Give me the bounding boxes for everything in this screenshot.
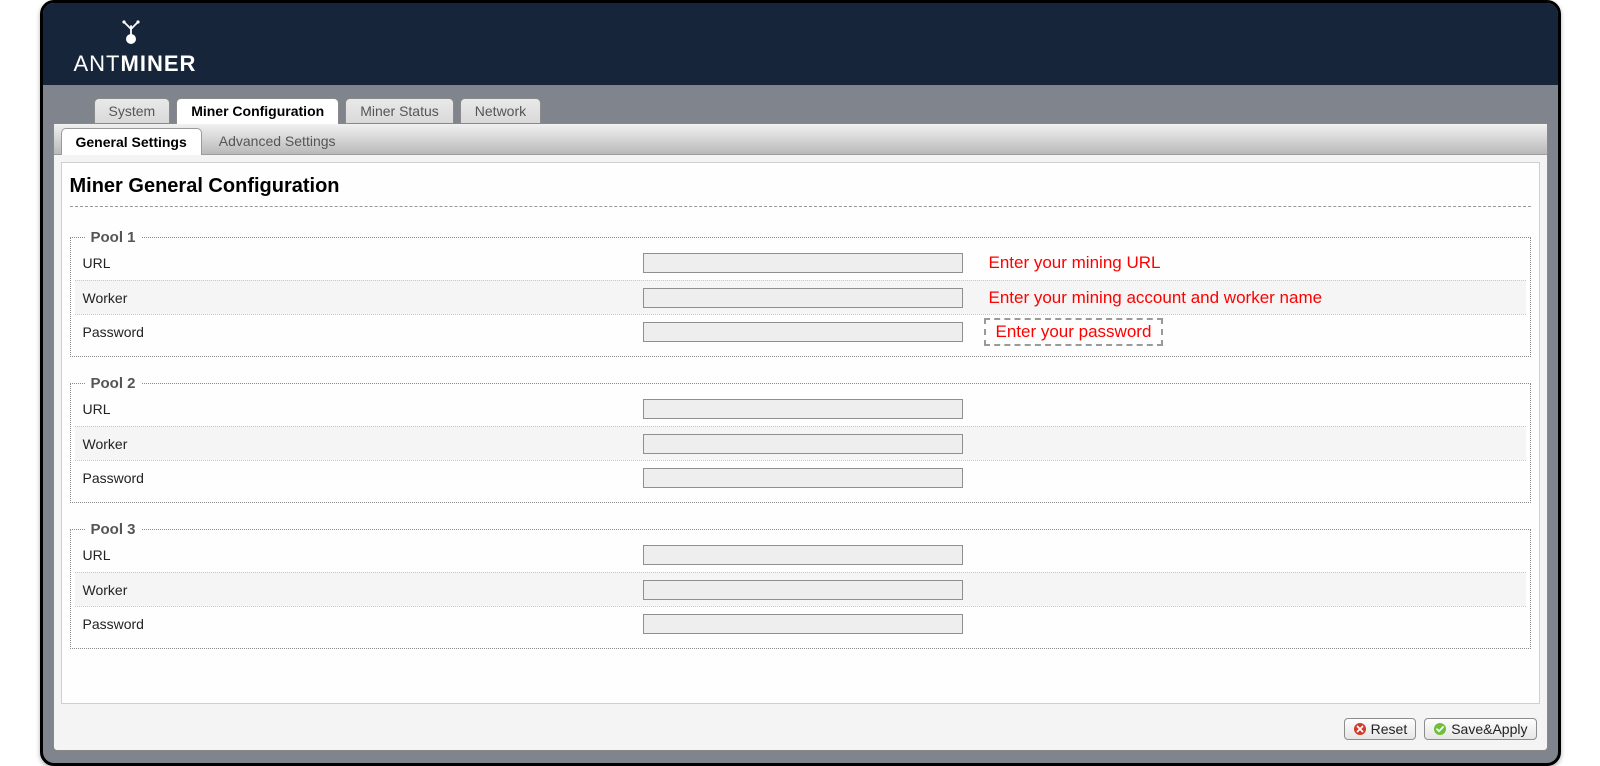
footer-buttons: Reset Save&Apply xyxy=(54,714,1547,750)
pool-1-fieldset: Pool 1 URL Enter your mining URL Worker Ente… xyxy=(70,229,1531,357)
pool-1-password-hint-text: Enter your password xyxy=(984,318,1164,346)
header: ANTMINER xyxy=(43,3,1558,85)
cancel-icon xyxy=(1353,722,1367,736)
ant-icon xyxy=(120,20,142,49)
pool-1-password-input[interactable] xyxy=(643,322,963,342)
pool-2-url-label: URL xyxy=(83,401,643,417)
pool-2-legend: Pool 2 xyxy=(85,375,142,392)
pool-3-fieldset: Pool 3 URL Worker Password xyxy=(70,521,1531,649)
pool-1-worker-input[interactable] xyxy=(643,288,963,308)
sub-tabs: General Settings Advanced Settings xyxy=(54,124,1547,155)
content-area: Miner General Configuration Pool 1 URL Ent… xyxy=(61,162,1540,704)
brand-text: ANTMINER xyxy=(74,53,197,75)
divider xyxy=(70,206,1531,207)
pool-2-password-row: Password xyxy=(75,460,1526,494)
save-apply-button[interactable]: Save&Apply xyxy=(1424,718,1536,740)
main-tabs: System Miner Configuration Miner Status … xyxy=(43,93,1558,123)
pool-2-url-input[interactable] xyxy=(643,399,963,419)
pool-3-password-input[interactable] xyxy=(643,614,963,634)
pool-3-url-label: URL xyxy=(83,547,643,563)
page-title: Miner General Configuration xyxy=(70,175,1533,198)
pool-1-worker-label: Worker xyxy=(83,290,643,306)
pool-3-password-row: Password xyxy=(75,606,1526,640)
pool-2-password-label: Password xyxy=(83,470,643,486)
pool-2-worker-label: Worker xyxy=(83,436,643,452)
tab-network[interactable]: Network xyxy=(460,98,541,123)
tab-miner-configuration[interactable]: Miner Configuration xyxy=(176,98,339,124)
reset-button[interactable]: Reset xyxy=(1344,718,1417,740)
pool-1-password-hint: Enter your password xyxy=(973,318,1518,346)
pool-2-password-input[interactable] xyxy=(643,468,963,488)
pool-2-fieldset: Pool 2 URL Worker Password xyxy=(70,375,1531,503)
pool-1-worker-hint-text: Enter your mining account and worker nam… xyxy=(989,288,1323,307)
pool-2-worker-row: Worker xyxy=(75,426,1526,460)
app-window: ANTMINER System Miner Configuration Mine… xyxy=(40,0,1561,766)
pool-1-url-hint-text: Enter your mining URL xyxy=(989,253,1161,272)
subtab-advanced-settings[interactable]: Advanced Settings xyxy=(204,127,351,154)
pool-1-url-input[interactable] xyxy=(643,253,963,273)
tab-miner-status[interactable]: Miner Status xyxy=(345,98,454,123)
reset-label: Reset xyxy=(1371,721,1408,737)
pool-1-worker-hint: Enter your mining account and worker nam… xyxy=(973,288,1518,308)
pool-1-legend: Pool 1 xyxy=(85,229,142,246)
pool-3-url-input[interactable] xyxy=(643,545,963,565)
pool-2-worker-input[interactable] xyxy=(643,434,963,454)
pool-3-worker-label: Worker xyxy=(83,582,643,598)
pool-1-password-label: Password xyxy=(83,324,643,340)
pool-1-url-hint: Enter your mining URL xyxy=(973,253,1518,273)
brand-thin: ANT xyxy=(74,53,121,75)
pool-3-legend: Pool 3 xyxy=(85,521,142,538)
pool-1-url-row: URL Enter your mining URL xyxy=(75,246,1526,280)
pool-2-url-row: URL xyxy=(75,392,1526,426)
pool-3-worker-row: Worker xyxy=(75,572,1526,606)
pool-1-url-label: URL xyxy=(83,255,643,271)
tab-system[interactable]: System xyxy=(94,98,171,123)
brand-logo: ANTMINER xyxy=(74,20,197,75)
pool-1-password-row: Password Enter your password xyxy=(75,314,1526,348)
subtab-general-settings[interactable]: General Settings xyxy=(61,128,202,155)
pool-3-password-label: Password xyxy=(83,616,643,632)
save-apply-label: Save&Apply xyxy=(1451,721,1527,737)
brand-bold: MINER xyxy=(121,53,197,75)
check-icon xyxy=(1433,722,1447,736)
main-panel: General Settings Advanced Settings Miner… xyxy=(53,123,1548,751)
pool-1-worker-row: Worker Enter your mining account and work… xyxy=(75,280,1526,314)
pool-3-worker-input[interactable] xyxy=(643,580,963,600)
pool-3-url-row: URL xyxy=(75,538,1526,572)
